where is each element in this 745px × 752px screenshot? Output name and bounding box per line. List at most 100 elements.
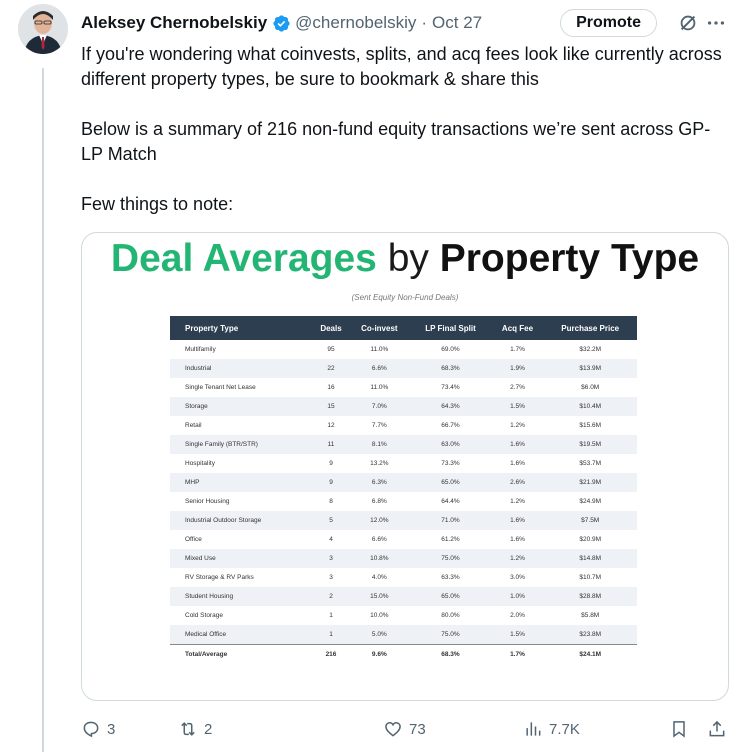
table-cell: 8.1% xyxy=(349,435,410,454)
table-cell: Office xyxy=(185,536,202,543)
table-cell: 12 xyxy=(327,422,335,429)
table-row: MHP 9 6.3% 65.0% 2.6% $21.9M xyxy=(170,473,637,492)
table-cell: Storage xyxy=(170,397,313,416)
table-column-header: Acq Fee xyxy=(491,316,544,340)
table-cell: 1.6% xyxy=(491,435,544,454)
table-row: Single Tenant Net Lease 16 11.0% 73.4% 2.7% $… xyxy=(170,378,637,397)
table-row: Storage 15 7.0% 64.3% 1.5% $10.4M xyxy=(170,397,637,416)
table-cell: 3 xyxy=(312,549,350,568)
grok-icon[interactable] xyxy=(677,12,699,34)
table-cell: 71.0% xyxy=(409,511,492,530)
table-cell: 1.2% xyxy=(491,549,544,568)
thread-line xyxy=(42,68,44,752)
table-total-cell: 9.6% xyxy=(349,644,410,664)
promote-button[interactable]: Promote xyxy=(560,9,657,37)
timestamp[interactable]: Oct 27 xyxy=(432,13,482,33)
reply-count: 3 xyxy=(107,720,116,738)
table-cell: 1.6% xyxy=(510,460,525,467)
verified-badge-icon[interactable] xyxy=(272,14,291,33)
table-cell: 4.0% xyxy=(371,574,387,581)
table-cell: Cold Storage xyxy=(185,612,223,619)
deals-table: Property Type Deals Co-invest LP Final Spli… xyxy=(170,316,637,664)
table-row: Student Housing 2 15.0% 65.0% 1.0% $28.8M xyxy=(170,587,637,606)
table-total-cell: 1.7% xyxy=(491,644,544,664)
heart-icon xyxy=(385,721,401,737)
table-cell: 66.7% xyxy=(441,422,460,429)
table-cell: 73.4% xyxy=(441,384,460,391)
table-cell: 10.8% xyxy=(349,549,410,568)
table-cell: 3 xyxy=(329,574,333,581)
table-cell: 13.2% xyxy=(370,460,389,467)
table-cell: 15 xyxy=(312,397,350,416)
table-row: Mixed Use 3 10.8% 75.0% 1.2% $14.8M xyxy=(170,549,637,568)
tweet-paragraph: If you're wondering what coinvests, spli… xyxy=(81,44,722,89)
table-cell: 7.0% xyxy=(349,397,410,416)
avatar-portrait xyxy=(18,4,68,54)
table-row: Cold Storage 1 10.0% 80.0% 2.0% $5.8M xyxy=(170,606,637,625)
table-row: Retail 12 7.7% 66.7% 1.2% $15.6M xyxy=(170,416,637,435)
table-header-row: Property Type Deals Co-invest LP Final Spli… xyxy=(170,316,637,340)
card-title-part3: Property Type xyxy=(439,237,700,280)
table-cell: 1.2% xyxy=(510,422,525,429)
table-row: Multifamily 95 11.0% 69.0% 1.7% $32.2M xyxy=(170,340,637,359)
table-cell: 64.4% xyxy=(441,498,460,505)
table-row: RV Storage & RV Parks 3 4.0% 63.3% 3.0% $10.7… xyxy=(170,568,637,587)
table-total-cell: $24.1M xyxy=(543,644,637,664)
table-cell: Medical Office xyxy=(170,625,313,645)
author-handle[interactable]: @chernobelskiy xyxy=(295,13,416,33)
table-cell: 2 xyxy=(312,587,350,606)
table-cell: 1.7% xyxy=(510,346,525,353)
table-cell: 68.3% xyxy=(409,359,492,378)
attached-image[interactable]: Deal Averages by Property Type (Sent Equ… xyxy=(81,232,729,701)
table-cell: 5.0% xyxy=(349,625,410,645)
card-subtitle: (Sent Equity Non-Fund Deals) xyxy=(351,293,459,302)
table-cell: RV Storage & RV Parks xyxy=(185,574,254,581)
table-cell: 95 xyxy=(327,346,335,353)
table-cell: Hospitality xyxy=(185,460,215,467)
table-cell: 7.7% xyxy=(371,422,387,429)
table-row: Single Family (BTR/STR) 11 8.1% 63.0% 1.6% $1… xyxy=(170,435,637,454)
reply-button[interactable]: 3 xyxy=(81,719,176,739)
repost-icon xyxy=(181,722,195,736)
table-cell: MHP xyxy=(170,473,313,492)
table-row: Industrial 22 6.6% 68.3% 1.9% $13.9M xyxy=(170,359,637,378)
table-row: Industrial Outdoor Storage 5 12.0% 71.0% 1.6… xyxy=(170,511,637,530)
like-button[interactable]: 73 xyxy=(383,719,523,739)
table-cell: 1.6% xyxy=(510,536,525,543)
table-cell: 9 xyxy=(329,460,333,467)
action-bar: 3 2 73 7.7K xyxy=(81,716,727,742)
tweet-paragraph: Few things to note: xyxy=(81,194,234,214)
card-title-part2: by xyxy=(387,237,429,280)
table-cell: Mixed Use xyxy=(170,549,313,568)
share-icon[interactable] xyxy=(707,719,727,739)
table-cell: Single Tenant Net Lease xyxy=(185,384,256,391)
table-cell: $14.8M xyxy=(543,549,637,568)
table-cell: 61.2% xyxy=(441,536,460,543)
table-cell: 10.0% xyxy=(370,612,389,619)
table-cell: $7.5M xyxy=(543,511,637,530)
table-cell: 1.2% xyxy=(510,498,525,505)
table-cell: 63.0% xyxy=(409,435,492,454)
table-cell: 65.0% xyxy=(409,473,492,492)
table-cell: 11 xyxy=(312,435,350,454)
bookmark-icon[interactable] xyxy=(669,719,689,739)
views-icon xyxy=(526,722,541,736)
table-cell: 4 xyxy=(329,536,333,543)
table-cell: 65.0% xyxy=(409,587,492,606)
author-name[interactable]: Aleksey Chernobelskiy xyxy=(81,13,267,33)
table-cell: Single Family (BTR/STR) xyxy=(170,435,313,454)
table-cell: $32.2M xyxy=(579,346,602,353)
more-icon[interactable] xyxy=(705,12,727,34)
views-button[interactable]: 7.7K xyxy=(523,719,668,739)
table-cell: $13.9M xyxy=(543,359,637,378)
avatar[interactable] xyxy=(18,4,68,54)
card-title-part1: Deal Averages xyxy=(110,237,377,280)
table-cell: 1.9% xyxy=(491,359,544,378)
table-total-cell: 68.3% xyxy=(409,644,492,664)
repost-button[interactable]: 2 xyxy=(176,719,383,739)
table-cell: 63.3% xyxy=(441,574,460,581)
table-cell: $23.8M xyxy=(543,625,637,645)
table-cell: $24.9M xyxy=(579,498,602,505)
table-cell: $20.9M xyxy=(579,536,602,543)
table-cell: 16 xyxy=(327,384,335,391)
